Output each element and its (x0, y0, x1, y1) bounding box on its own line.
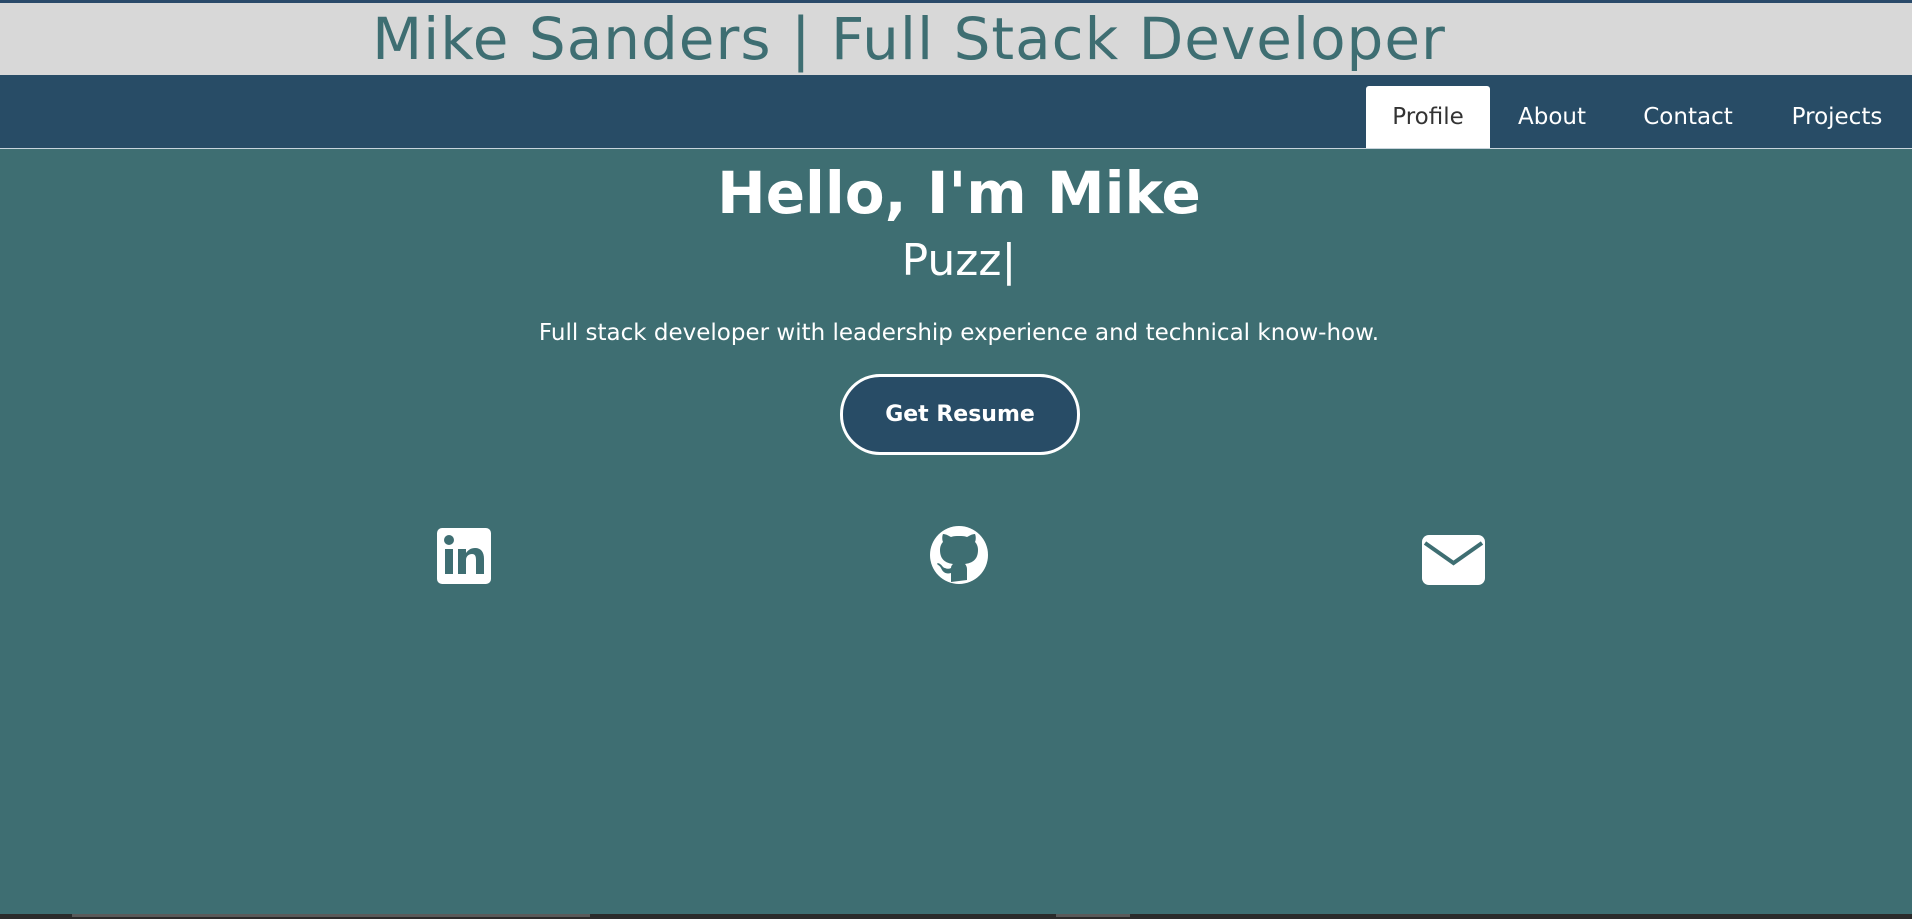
linkedin-icon (437, 528, 491, 584)
get-resume-button[interactable]: Get Resume (840, 374, 1080, 455)
hero-greeting: Hello, I'm Mike (717, 159, 1201, 227)
hero-tagline: Full stack developer with leadership exp… (538, 320, 1380, 346)
linkedin-link[interactable] (437, 528, 491, 584)
github-icon (930, 526, 988, 584)
navbar: Profile About Contact Projects (0, 75, 1912, 149)
nav-tabs: Profile About Contact Projects (1366, 86, 1912, 148)
typed-role-text: Puzz| (901, 235, 1017, 286)
site-header: Mike Sanders | Full Stack Developer (0, 3, 1912, 75)
tab-projects[interactable]: Projects (1762, 86, 1912, 148)
site-title: Mike Sanders | Full Stack Developer (372, 5, 1446, 73)
email-link[interactable] (1422, 535, 1485, 585)
bottom-scrollbar (0, 914, 1912, 919)
scroll-segment (72, 914, 590, 917)
tab-contact[interactable]: Contact (1614, 86, 1762, 148)
hero-section: Hello, I'm Mike Puzz| Full stack develop… (0, 149, 1912, 919)
github-link[interactable] (929, 525, 989, 585)
email-icon (1422, 535, 1485, 585)
scroll-segment (1056, 914, 1130, 917)
tab-about[interactable]: About (1490, 86, 1614, 148)
tab-profile[interactable]: Profile (1366, 86, 1490, 148)
